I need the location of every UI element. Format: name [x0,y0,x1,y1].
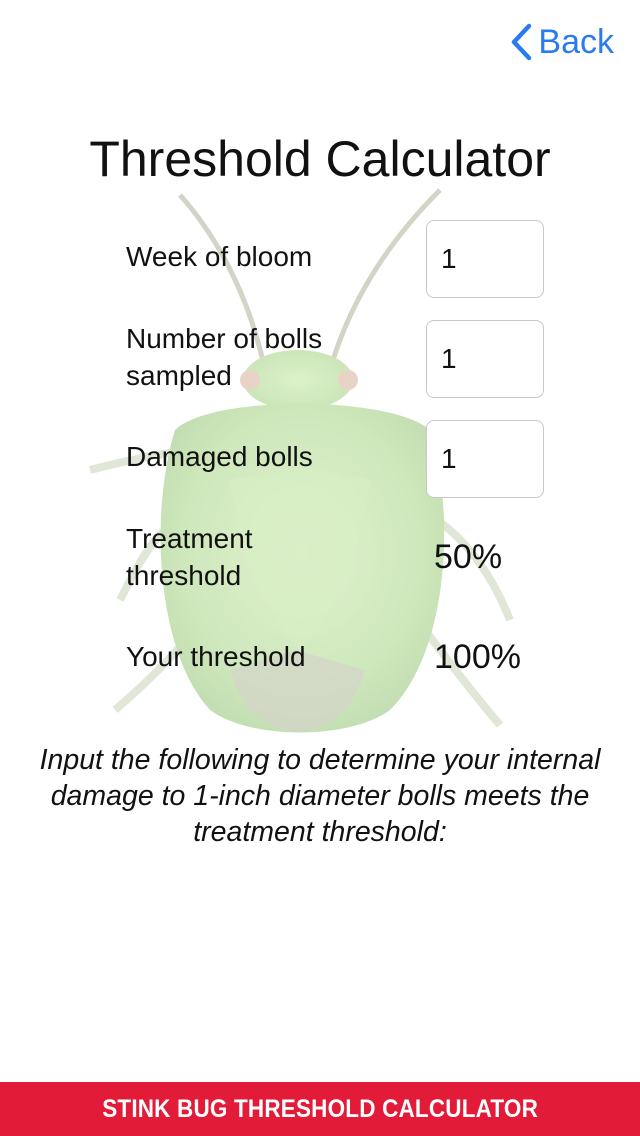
bolls-sampled-label: Number of bolls sampled [126,323,323,391]
treatment-threshold-row: Treatment threshold 50% [126,520,566,600]
page-title: Threshold Calculator [89,131,551,187]
chevron-left-icon [512,23,532,61]
week-of-bloom-label: Week of bloom [126,241,313,272]
footer-banner: STINK BUG THRESHOLD CALCULATOR [0,1082,640,1136]
week-of-bloom-row: Week of bloom [126,220,566,300]
back-label: Back [538,22,614,61]
bolls-sampled-input[interactable] [426,320,544,398]
damaged-bolls-label: Damaged bolls [126,441,313,472]
damaged-bolls-row: Damaged bolls [126,420,566,500]
treatment-threshold-value: 50% [434,538,503,576]
damaged-bolls-input[interactable] [426,420,544,498]
bolls-sampled-row: Number of bolls sampled [126,320,566,400]
instructions-text: Input the following to determine your in… [39,744,601,848]
week-of-bloom-input[interactable] [426,220,544,298]
your-threshold-row: Your threshold 100% [126,620,566,700]
back-button[interactable]: Back [510,20,614,64]
footer-title: STINK BUG THRESHOLD CALCULATOR [102,1094,538,1123]
treatment-threshold-label: Treatment threshold [126,523,253,591]
your-threshold-label: Your threshold [126,641,306,672]
threshold-calculator-screen: Back Threshold Calculator Week of bloom … [0,0,640,1136]
your-threshold-value: 100% [434,638,521,676]
